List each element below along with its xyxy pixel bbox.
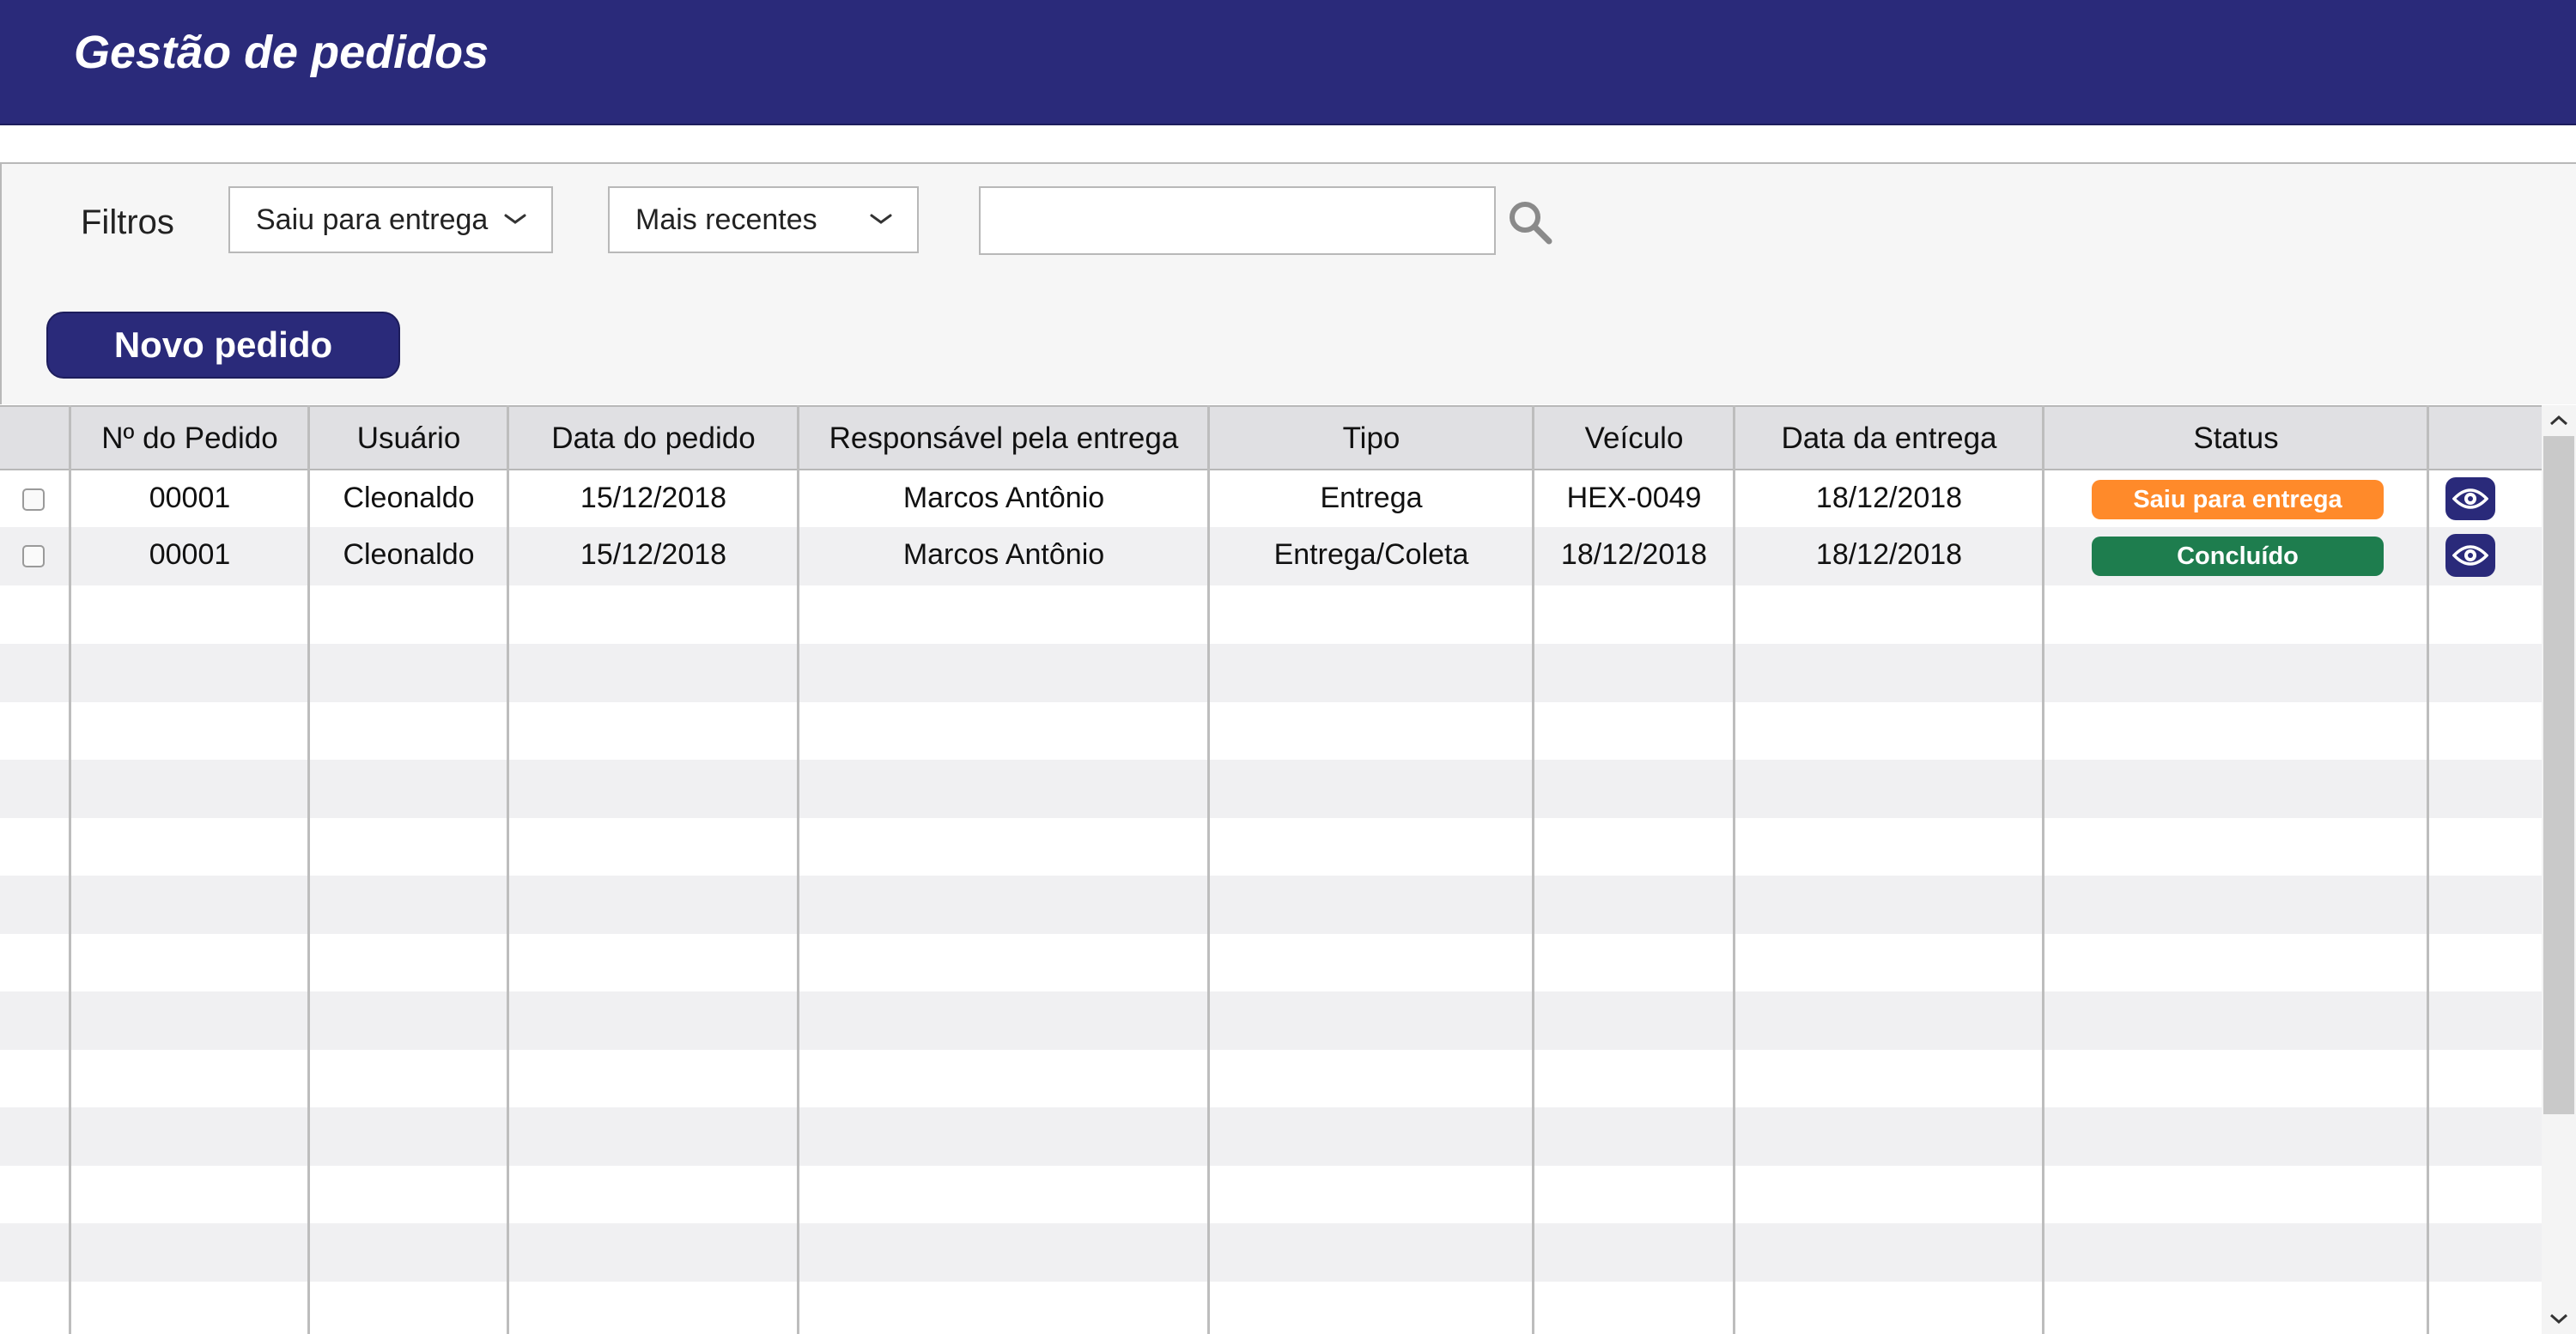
new-order-button[interactable]: Novo pedido [46,312,400,379]
app-title: Gestão de pedidos [74,27,489,78]
orders-table: Nº do Pedido Usuário Data do pedido Resp… [0,405,2542,1334]
status-filter-value: Saiu para entrega [256,203,489,236]
table-scrollbar[interactable] [2542,405,2576,1334]
table-row-empty [0,1223,2542,1282]
cell-delivery-date: 18/12/2018 [1815,538,1963,571]
cell-order-no: 00001 [149,482,231,514]
search-input[interactable] [979,186,1496,255]
cell-user: Cleonaldo [343,538,475,571]
column-divider [2427,405,2429,1334]
column-divider [507,405,509,1334]
table-row-empty [0,991,2542,1050]
view-order-button[interactable] [2445,534,2495,577]
column-header-vehicle[interactable]: Veículo [1534,407,1735,472]
column-divider [2042,405,2044,1334]
column-header-order-no[interactable]: Nº do Pedido [70,407,309,472]
chevron-down-icon [504,214,526,224]
table-header: Nº do Pedido Usuário Data do pedido Resp… [0,405,2542,470]
column-divider [797,405,799,1334]
cell-vehicle: HEX-0049 [1566,482,1702,514]
actions-bar: Novo pedido [0,284,2576,404]
column-divider [307,405,310,1334]
column-header-order-date[interactable]: Data do pedido [508,407,799,472]
row-checkbox[interactable] [22,545,45,567]
chevron-down-icon[interactable] [2547,1307,2571,1331]
order-filter-select[interactable]: Mais recentes [608,186,919,253]
chevron-up-icon[interactable] [2547,409,2571,433]
status-filter-select[interactable]: Saiu para entrega [228,186,553,253]
table-row-empty [0,644,2542,702]
cell-responsible: Marcos Antônio [902,482,1105,514]
table-row-empty [0,760,2542,818]
cell-type: Entrega [1320,482,1423,514]
cell-user: Cleonaldo [343,482,475,514]
eye-icon [2452,545,2488,566]
column-header-user[interactable]: Usuário [309,407,508,472]
search-icon[interactable] [1506,198,1554,246]
cell-type: Entrega/Coleta [1273,538,1469,571]
eye-icon [2452,488,2488,509]
cell-delivery-date: 18/12/2018 [1815,482,1963,514]
column-header-responsible[interactable]: Responsável pela entrega [799,407,1209,472]
row-checkbox[interactable] [22,488,45,511]
scroll-thumb[interactable] [2543,436,2574,1114]
app-header: Gestão de pedidos [0,0,2576,125]
cell-order-date: 15/12/2018 [580,538,727,571]
status-badge: Concluído [2092,537,2384,576]
order-filter-value: Mais recentes [635,203,817,236]
column-divider [1733,405,1735,1334]
chevron-down-icon [870,214,892,224]
table-row-empty [0,1107,2542,1166]
column-header-status[interactable]: Status [2044,407,2428,472]
column-header-type[interactable]: Tipo [1209,407,1534,472]
filters-bar: Filtros Saiu para entrega Mais recentes [0,162,2576,288]
cell-responsible: Marcos Antônio [902,538,1105,571]
column-divider [1532,405,1534,1334]
cell-order-date: 15/12/2018 [580,482,727,514]
column-header-delivery-date[interactable]: Data da entrega [1735,407,2044,472]
column-divider [1207,405,1210,1334]
table-row: 00001 Cleonaldo 15/12/2018 Marcos Antôni… [0,470,2542,529]
column-divider [69,405,71,1334]
table-row-empty [0,876,2542,934]
table-row: 00001 Cleonaldo 15/12/2018 Marcos Antôni… [0,527,2542,585]
cell-order-no: 00001 [149,538,231,571]
view-order-button[interactable] [2445,477,2495,520]
cell-vehicle: 18/12/2018 [1560,538,1708,571]
status-badge: Saiu para entrega [2092,480,2384,519]
filters-label: Filtros [81,203,174,241]
